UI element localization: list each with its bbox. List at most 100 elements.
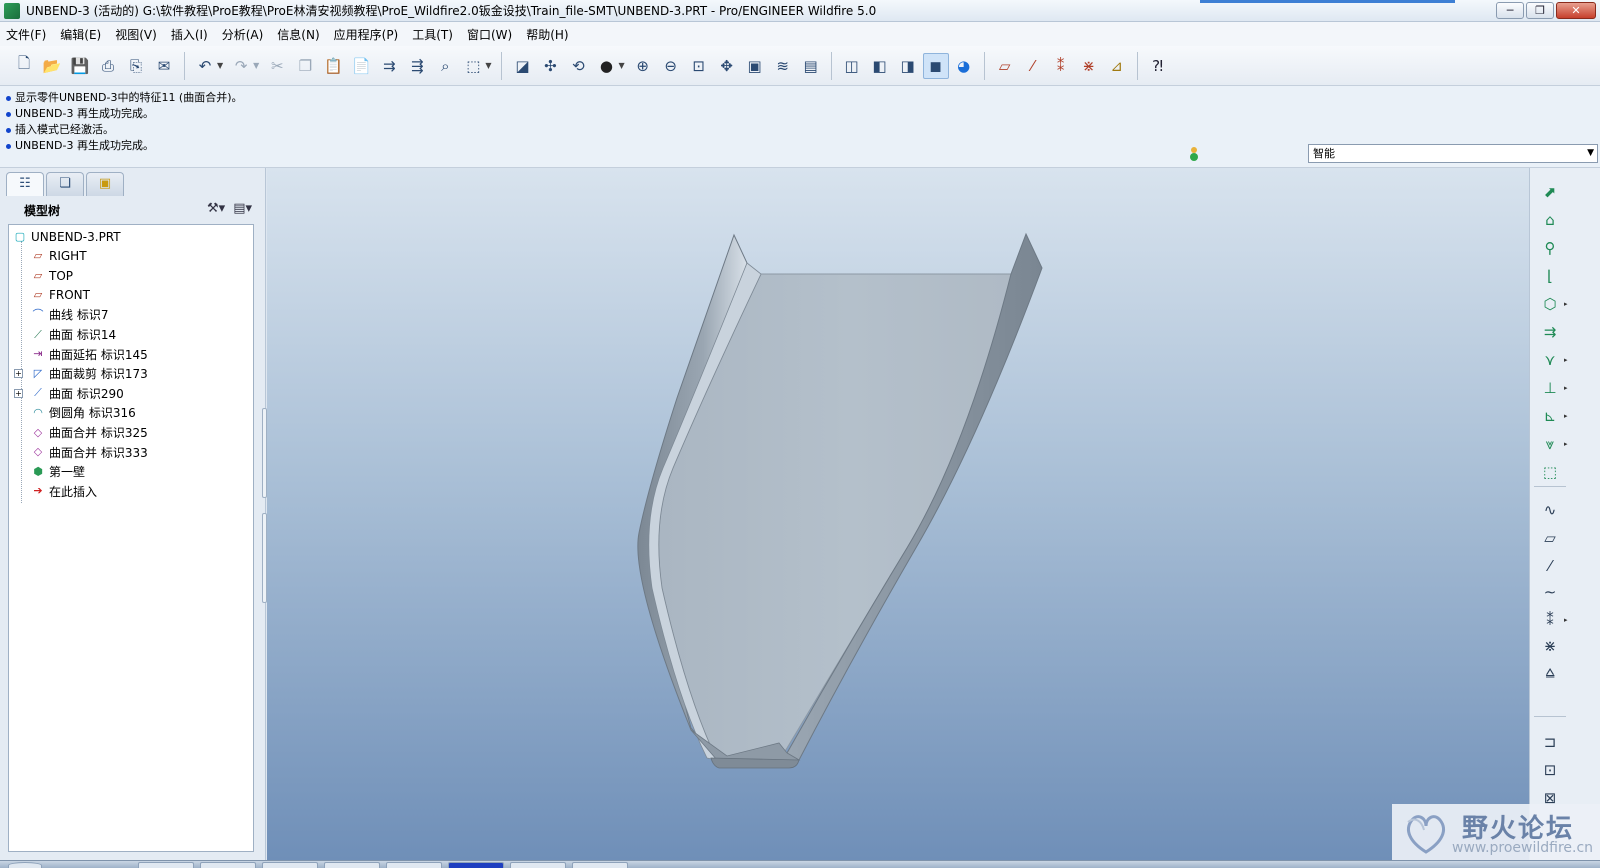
paste-special-icon[interactable]: 📄: [348, 53, 374, 79]
tree-node[interactable]: ◇ 曲面合并 标识333: [31, 443, 148, 462]
chevron-right-icon[interactable]: ▸: [1564, 412, 1568, 420]
saved-views-icon[interactable]: ▣: [742, 53, 768, 79]
cut-icon[interactable]: ✂: [264, 53, 290, 79]
tree-node[interactable]: ▱ RIGHT: [31, 247, 87, 266]
select-dropdown-icon[interactable]: ▼: [485, 61, 491, 70]
orient-icon[interactable]: ⟲: [565, 53, 591, 79]
bend-back-icon[interactable]: ⬚: [1538, 460, 1562, 484]
menu-applications[interactable]: 应用程序(P): [334, 26, 399, 43]
model-tree-tab[interactable]: ☷: [6, 172, 44, 196]
shading-icon[interactable]: ◼: [922, 52, 949, 79]
context-help-icon[interactable]: ⁈: [1145, 53, 1171, 79]
regen-manager-icon[interactable]: ⇶: [404, 53, 430, 79]
regenerate-icon[interactable]: ⇉: [376, 53, 402, 79]
tree-node[interactable]: ➔ 在此插入: [31, 482, 97, 501]
flat-pattern-icon[interactable]: ⊐: [1538, 730, 1562, 754]
chevron-right-icon[interactable]: ▸: [1564, 300, 1568, 308]
annotations-icon[interactable]: ⊿: [1104, 53, 1130, 79]
undo-icon[interactable]: ↶: [192, 53, 218, 79]
tree-settings-icon[interactable]: ⚒▾: [207, 201, 225, 216]
unbend-icon[interactable]: ⩔: [1538, 432, 1562, 456]
open-icon[interactable]: 📂: [39, 53, 65, 79]
edge-bend-icon[interactable]: ⊾: [1538, 404, 1562, 428]
hidden-line-icon[interactable]: ◧: [867, 53, 893, 79]
redo-dropdown-icon[interactable]: ▼: [253, 61, 259, 70]
chevron-right-icon[interactable]: ▸: [1564, 356, 1568, 364]
menu-tools[interactable]: 工具(T): [412, 26, 453, 43]
menu-analysis[interactable]: 分析(A): [222, 26, 264, 43]
no-hidden-icon[interactable]: ◨: [895, 53, 921, 79]
folder-browser-tab[interactable]: ▣: [86, 172, 124, 196]
repaint-icon[interactable]: ◪: [509, 53, 535, 79]
tree-root-part[interactable]: ▢ UNBEND-3.PRT: [13, 227, 121, 246]
tree-node[interactable]: ▱ FRONT: [31, 286, 90, 305]
layer-tab[interactable]: ❏: [46, 172, 84, 196]
graphics-window[interactable]: [267, 168, 1529, 860]
redo-icon[interactable]: ↷: [228, 53, 254, 79]
save-icon[interactable]: 💾: [67, 53, 93, 79]
new-icon[interactable]: 🗋: [11, 53, 37, 79]
datum-axis-tool-icon[interactable]: ⁄: [1538, 554, 1562, 578]
form-icon[interactable]: ⊡: [1538, 758, 1562, 782]
datum-point-tool-icon[interactable]: ⁑: [1538, 608, 1562, 632]
minimize-button[interactable]: ─: [1496, 2, 1524, 19]
wireframe-icon[interactable]: ◫: [839, 53, 865, 79]
menu-insert[interactable]: 插入(I): [171, 26, 208, 43]
taskbar-button[interactable]: [386, 862, 442, 868]
start-button[interactable]: [8, 862, 42, 868]
tree-node[interactable]: ⇥ 曲面延拓 标识145: [31, 345, 147, 364]
extend-wall-icon[interactable]: ⬡: [1538, 292, 1562, 316]
expand-icon[interactable]: +: [14, 388, 23, 398]
flange-wall-icon[interactable]: ⌊: [1538, 264, 1562, 288]
unattached-wall-icon[interactable]: ⌂: [1538, 208, 1562, 232]
merge-wall-icon[interactable]: ⇉: [1538, 320, 1562, 344]
taskbar-button[interactable]: [138, 862, 194, 868]
taskbar-button[interactable]: [262, 862, 318, 868]
taskbar-button[interactable]: [324, 862, 380, 868]
menu-view[interactable]: 视图(V): [115, 26, 157, 43]
tree-columns-icon[interactable]: ▤▾: [233, 201, 252, 216]
tree-node[interactable]: ⟋ 曲面 标识14: [31, 325, 116, 344]
print-icon[interactable]: ⎙: [95, 53, 121, 79]
tree-node[interactable]: + ⟋ 曲面 标识290: [14, 384, 124, 403]
enhanced-realism-icon[interactable]: ◕: [951, 53, 977, 79]
menu-file[interactable]: 文件(F): [6, 26, 46, 43]
coord-sys-icon[interactable]: ⋇: [1076, 53, 1102, 79]
select-box-icon[interactable]: ⬚: [460, 53, 486, 79]
datum-axes-icon[interactable]: ⁄: [1020, 53, 1046, 79]
expand-icon[interactable]: +: [14, 369, 23, 379]
tree-node[interactable]: ◠ 倒圆角 标识316: [31, 403, 136, 422]
rip-icon[interactable]: ⋎: [1538, 348, 1562, 372]
print-preview-icon[interactable]: ⎘: [123, 53, 149, 79]
datum-points-icon[interactable]: ⁑: [1048, 53, 1074, 79]
find-icon[interactable]: ⌕: [432, 53, 458, 79]
selection-filter[interactable]: 智能 ▼: [1308, 144, 1598, 163]
datum-curve-icon[interactable]: ∿: [1538, 498, 1562, 522]
chevron-right-icon[interactable]: ▸: [1564, 384, 1568, 392]
spin-center-icon[interactable]: ✣: [537, 53, 563, 79]
coord-system-tool-icon[interactable]: ⋇: [1538, 634, 1562, 658]
taskbar-button[interactable]: [200, 862, 256, 868]
taskbar-button[interactable]: [448, 862, 504, 868]
restore-button[interactable]: ❐: [1526, 2, 1554, 19]
tree-node[interactable]: ▱ TOP: [31, 266, 73, 285]
taskbar-button[interactable]: [572, 862, 628, 868]
chevron-right-icon[interactable]: ▸: [1564, 616, 1568, 624]
zoom-in-icon[interactable]: ⊕: [630, 53, 656, 79]
appearance-icon[interactable]: ●: [593, 53, 619, 79]
view-manager-icon[interactable]: ▤: [798, 53, 824, 79]
menu-help[interactable]: 帮助(H): [526, 26, 568, 43]
sketched-curve-icon[interactable]: ∼: [1538, 580, 1562, 604]
refit-icon[interactable]: ⊡: [686, 53, 712, 79]
email-icon[interactable]: ✉: [151, 53, 177, 79]
undo-dropdown-icon[interactable]: ▼: [217, 61, 223, 70]
conversion-icon[interactable]: ⬈: [1538, 180, 1562, 204]
tree-node[interactable]: ⬢ 第一壁: [31, 462, 85, 481]
menu-edit[interactable]: 编辑(E): [60, 26, 101, 43]
datum-plane-tool-icon[interactable]: ▱: [1538, 526, 1562, 550]
chevron-right-icon[interactable]: ▸: [1564, 440, 1568, 448]
menu-window[interactable]: 窗口(W): [467, 26, 512, 43]
zoom-out-icon[interactable]: ⊖: [658, 53, 684, 79]
appearance-dropdown-icon[interactable]: ▼: [618, 61, 624, 70]
copy-icon[interactable]: ❐: [292, 53, 318, 79]
